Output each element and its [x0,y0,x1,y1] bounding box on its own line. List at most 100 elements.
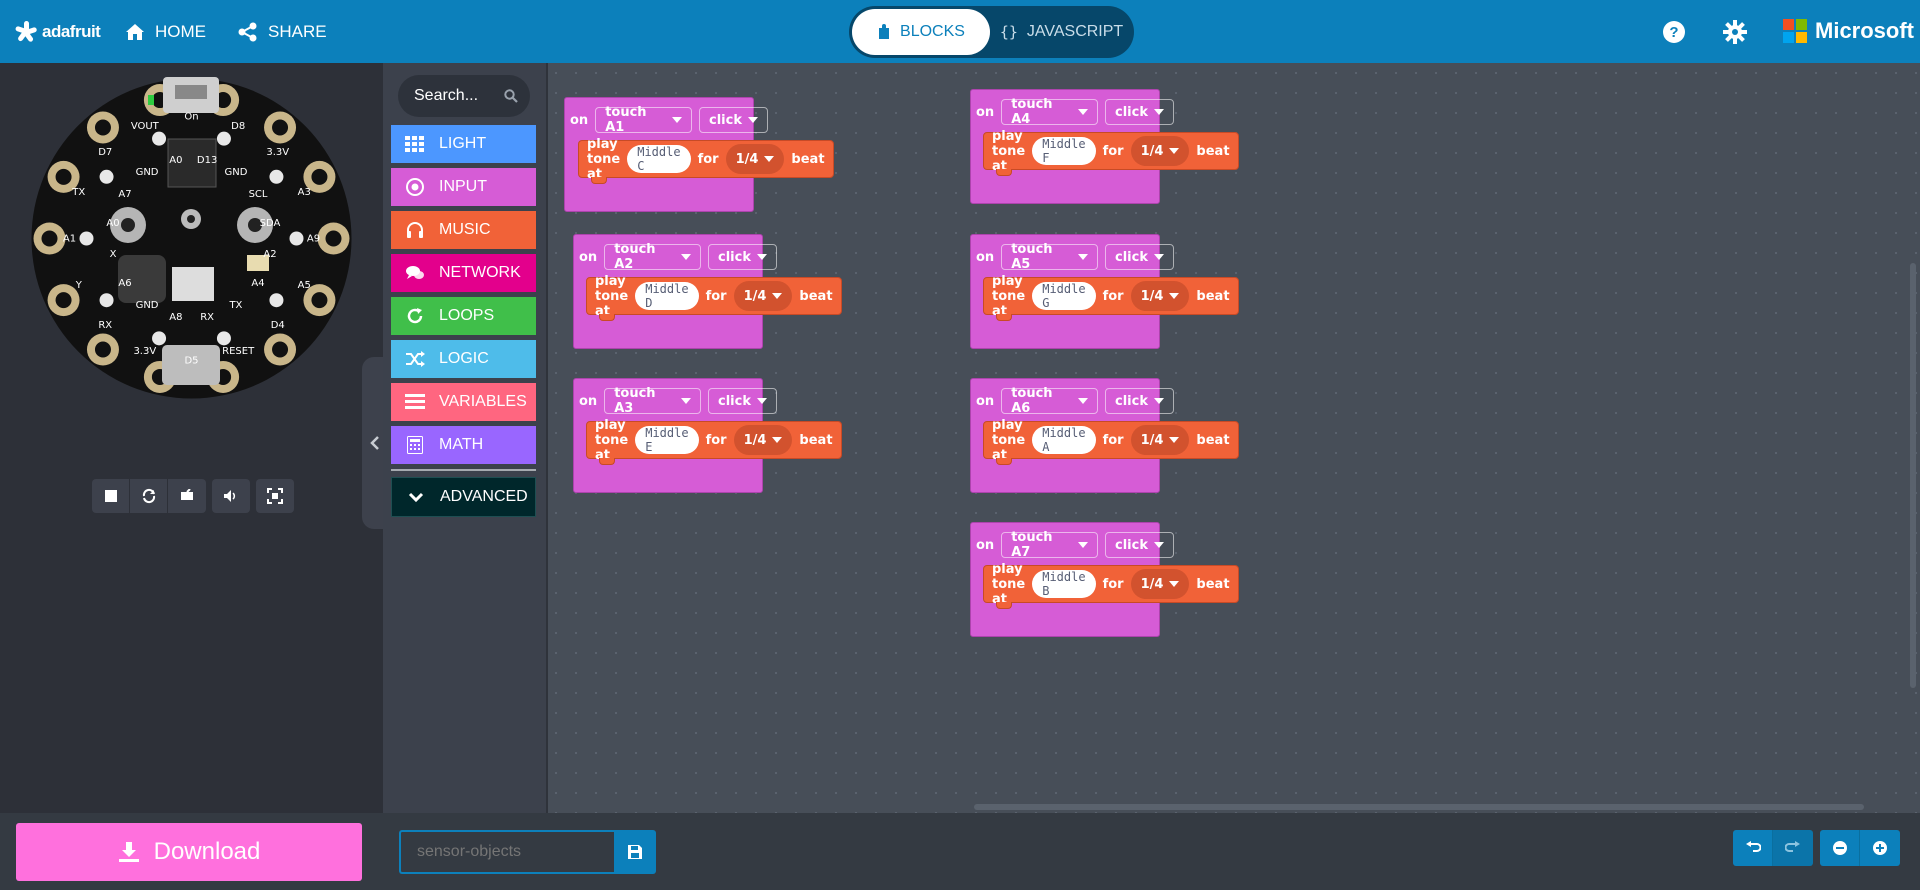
share-button[interactable]: SHARE [237,18,327,46]
beat-dropdown[interactable]: 1/4 [1130,425,1190,455]
pin-dropdown[interactable]: touch A1 [595,105,693,135]
save-button[interactable] [614,830,656,874]
help-button[interactable]: ? [1662,20,1686,49]
toolbox-search[interactable]: Search... [398,75,530,117]
settings-button[interactable] [1723,20,1747,49]
play-tone-block[interactable]: play tone at Middle B for 1/4 beat [983,562,1239,609]
for-label: for [1102,288,1124,304]
on-label: on [579,249,598,265]
share-label: SHARE [268,22,327,41]
javascript-tab[interactable]: {} JAVASCRIPT [992,9,1131,55]
board-label: VOUT [131,121,160,132]
touch-event-block[interactable]: on touch A6 click play tone at Middle A … [970,378,1239,493]
fullscreen-button[interactable] [256,479,294,513]
toolbox: Search... LIGHT INPUT MUSIC NETWORK LOOP… [383,63,546,813]
play-tone-block[interactable]: play tone at Middle E for 1/4 beat [586,418,842,465]
beat-dropdown[interactable]: 1/4 [1130,281,1190,311]
play-tone-block[interactable]: play tone at Middle D for 1/4 beat [586,274,842,321]
touch-event-block[interactable]: on touch A4 click play tone at Middle F … [970,89,1239,204]
restart-button[interactable] [130,479,168,513]
gesture-dropdown[interactable]: click [699,107,768,133]
download-icon [118,842,139,862]
gesture-dropdown[interactable]: click [1105,99,1174,125]
microsoft-icon [1783,19,1807,43]
category-math[interactable]: MATH [391,426,536,464]
pin-dropdown[interactable]: touch A6 [1001,386,1099,416]
category-label: LIGHT [439,135,487,152]
neopixel-led [79,231,94,246]
project-name-input[interactable] [399,830,614,874]
vertical-scrollbar[interactable] [1910,263,1916,688]
blocks-workspace[interactable]: on touch A1 click play tone at Middle C … [546,63,1920,813]
touch-event-block[interactable]: on touch A5 click play tone at Middle G … [970,234,1239,349]
circuit-playground-board[interactable]: On D13 D8 GND 3.3V SCL A3 SDA A9 A2 A5 A4 D4 TX RESET R… [30,77,353,400]
simulator-controls [92,479,294,513]
neopixel-led [99,169,114,184]
adafruit-logo[interactable]: adafruit [14,18,101,46]
stop-button[interactable] [92,479,130,513]
beat-dropdown[interactable]: 1/4 [1130,136,1190,166]
undo-redo-group [1733,830,1813,866]
board-label: A4 [251,278,264,289]
microsoft-logo[interactable]: Microsoft [1783,18,1914,44]
category-advanced[interactable]: ADVANCED [391,477,536,517]
category-input[interactable]: INPUT [391,168,536,206]
gesture-dropdown[interactable]: click [1105,388,1174,414]
touch-event-block[interactable]: on touch A3 click play tone at Middle E … [573,378,842,493]
note-field[interactable]: Middle D [635,282,699,310]
download-button[interactable]: Download [16,823,362,881]
play-tone-label: play tone at [587,136,621,182]
category-label: LOOPS [439,307,495,324]
board-label: GND [224,167,247,178]
play-tone-block[interactable]: play tone at Middle C for 1/4 beat [578,137,834,184]
save-icon [628,845,642,859]
play-tone-block[interactable]: play tone at Middle G for 1/4 beat [983,274,1239,321]
share-icon [237,21,259,43]
play-tone-label: play tone at [992,128,1026,174]
play-tone-block[interactable]: play tone at Middle F for 1/4 beat [983,129,1239,176]
note-field[interactable]: Middle F [1032,137,1096,165]
category-label: MUSIC [439,221,491,238]
mute-button[interactable] [212,479,250,513]
category-loops[interactable]: LOOPS [391,297,536,335]
zoom-out-button[interactable] [1820,830,1860,866]
gesture-dropdown[interactable]: click [708,244,777,270]
slide-switch[interactable] [172,267,214,301]
gesture-dropdown[interactable]: click [708,388,777,414]
beat-dropdown[interactable]: 1/4 [1130,569,1190,599]
category-variables[interactable]: VARIABLES [391,383,536,421]
touch-event-block[interactable]: on touch A1 click play tone at Middle C … [564,97,834,212]
zoom-in-button[interactable] [1860,830,1900,866]
category-light[interactable]: LIGHT [391,125,536,163]
undo-button[interactable] [1733,830,1773,866]
category-logic[interactable]: LOGIC [391,340,536,378]
touch-event-block[interactable]: on touch A7 click play tone at Middle B … [970,522,1239,637]
neopixel-led [269,169,284,184]
touch-event-block[interactable]: on touch A2 click play tone at Middle D … [573,234,842,349]
gesture-dropdown[interactable]: click [1105,244,1174,270]
beat-dropdown[interactable]: 1/4 [725,144,785,174]
debug-button[interactable] [168,479,206,513]
gesture-dropdown[interactable]: click [1105,532,1174,558]
category-network[interactable]: NETWORK [391,254,536,292]
beat-dropdown[interactable]: 1/4 [733,281,793,311]
home-label: HOME [155,22,206,41]
note-field[interactable]: Middle G [1032,282,1096,310]
blocks-tab[interactable]: BLOCKS [852,9,990,55]
note-field[interactable]: Middle C [627,145,691,173]
pin-dropdown[interactable]: touch A3 [604,386,702,416]
category-label: LOGIC [439,350,489,367]
note-field[interactable]: Middle B [1032,570,1096,598]
pin-dropdown[interactable]: touch A5 [1001,242,1099,272]
home-button[interactable]: HOME [124,18,206,46]
note-field[interactable]: Middle E [635,426,699,454]
category-music[interactable]: MUSIC [391,211,536,249]
note-field[interactable]: Middle A [1032,426,1096,454]
pin-dropdown[interactable]: touch A7 [1001,530,1099,560]
beat-dropdown[interactable]: 1/4 [733,425,793,455]
pin-dropdown[interactable]: touch A4 [1001,97,1099,127]
play-tone-block[interactable]: play tone at Middle A for 1/4 beat [983,418,1239,465]
horizontal-scrollbar[interactable] [974,804,1864,810]
pin-dropdown[interactable]: touch A2 [604,242,702,272]
redo-button[interactable] [1773,830,1813,866]
